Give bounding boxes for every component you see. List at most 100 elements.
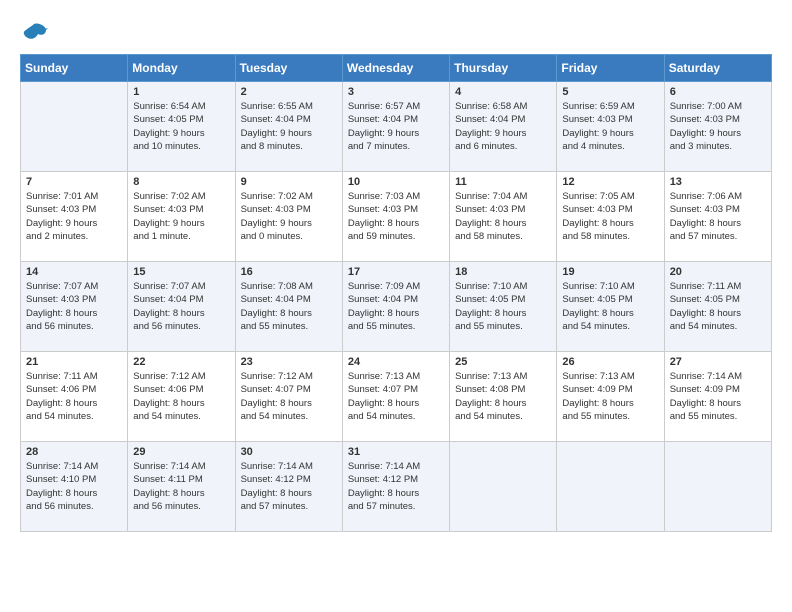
calendar-cell: 3 Sunrise: 6:57 AM Sunset: 4:04 PM Daylig… [342,82,449,172]
day-info: Sunrise: 7:02 AM Sunset: 4:03 PM Dayligh… [241,190,337,243]
day-info: Sunrise: 7:11 AM Sunset: 4:06 PM Dayligh… [26,370,122,423]
logo [20,20,52,44]
calendar-cell: 7 Sunrise: 7:01 AM Sunset: 4:03 PM Daylig… [21,172,128,262]
calendar-cell: 31Sunrise: 7:14 AM Sunset: 4:12 PM Dayli… [342,442,449,532]
day-number: 30 [241,446,337,458]
calendar-cell [21,82,128,172]
calendar-cell: 19Sunrise: 7:10 AM Sunset: 4:05 PM Dayli… [557,262,664,352]
day-info: Sunrise: 7:08 AM Sunset: 4:04 PM Dayligh… [241,280,337,333]
calendar-cell: 17 Sunrise: 7:09 AM Sunset: 4:04 PM Dayli… [342,262,449,352]
day-number: 25 [455,356,551,368]
day-info: Sunrise: 7:11 AM Sunset: 4:05 PM Dayligh… [670,280,766,333]
day-info: Sunrise: 6:57 AM Sunset: 4:04 PM Dayligh… [348,100,444,153]
day-info: Sunrise: 7:14 AM Sunset: 4:12 PM Dayligh… [241,460,337,513]
day-number: 27 [670,356,766,368]
calendar-cell: 23 Sunrise: 7:12 AM Sunset: 4:07 PM Dayli… [235,352,342,442]
day-info: Sunrise: 7:04 AM Sunset: 4:03 PM Dayligh… [455,190,551,243]
calendar-body: 1 Sunrise: 6:54 AM Sunset: 4:05 PM Daylig… [21,82,772,532]
page-header [20,20,772,44]
header-day-monday: Monday [128,55,235,82]
day-number: 20 [670,266,766,278]
day-info: Sunrise: 7:07 AM Sunset: 4:03 PM Dayligh… [26,280,122,333]
day-number: 31 [348,446,444,458]
day-number: 19 [562,266,658,278]
header-day-thursday: Thursday [450,55,557,82]
calendar-cell: 13 Sunrise: 7:06 AM Sunset: 4:03 PM Dayli… [664,172,771,262]
day-number: 23 [241,356,337,368]
day-number: 26 [562,356,658,368]
day-number: 6 [670,86,766,98]
day-number: 16 [241,266,337,278]
day-info: Sunrise: 7:07 AM Sunset: 4:04 PM Dayligh… [133,280,229,333]
calendar-cell: 16 Sunrise: 7:08 AM Sunset: 4:04 PM Dayli… [235,262,342,352]
day-number: 24 [348,356,444,368]
calendar-cell [557,442,664,532]
day-number: 10 [348,176,444,188]
day-number: 9 [241,176,337,188]
calendar-cell: 24Sunrise: 7:13 AM Sunset: 4:07 PM Dayli… [342,352,449,442]
day-info: Sunrise: 6:59 AM Sunset: 4:03 PM Dayligh… [562,100,658,153]
calendar-cell: 21 Sunrise: 7:11 AM Sunset: 4:06 PM Dayli… [21,352,128,442]
day-info: Sunrise: 7:14 AM Sunset: 4:09 PM Dayligh… [670,370,766,423]
calendar-cell: 14 Sunrise: 7:07 AM Sunset: 4:03 PM Dayli… [21,262,128,352]
calendar-cell: 5 Sunrise: 6:59 AM Sunset: 4:03 PM Daylig… [557,82,664,172]
calendar-week-2: 7 Sunrise: 7:01 AM Sunset: 4:03 PM Daylig… [21,172,772,262]
day-number: 5 [562,86,658,98]
day-number: 1 [133,86,229,98]
calendar-cell: 27 Sunrise: 7:14 AM Sunset: 4:09 PM Dayli… [664,352,771,442]
calendar-cell: 2Sunrise: 6:55 AM Sunset: 4:04 PM Daylig… [235,82,342,172]
calendar-cell [664,442,771,532]
day-info: Sunrise: 6:58 AM Sunset: 4:04 PM Dayligh… [455,100,551,153]
calendar-cell: 29 Sunrise: 7:14 AM Sunset: 4:11 PM Dayli… [128,442,235,532]
day-number: 3 [348,86,444,98]
header-day-saturday: Saturday [664,55,771,82]
calendar-table: SundayMondayTuesdayWednesdayThursdayFrid… [20,54,772,532]
day-number: 14 [26,266,122,278]
day-number: 28 [26,446,122,458]
day-info: Sunrise: 7:00 AM Sunset: 4:03 PM Dayligh… [670,100,766,153]
header-day-wednesday: Wednesday [342,55,449,82]
day-info: Sunrise: 6:54 AM Sunset: 4:05 PM Dayligh… [133,100,229,153]
calendar-cell: 12Sunrise: 7:05 AM Sunset: 4:03 PM Dayli… [557,172,664,262]
calendar-cell: 30 Sunrise: 7:14 AM Sunset: 4:12 PM Dayli… [235,442,342,532]
calendar-cell: 1 Sunrise: 6:54 AM Sunset: 4:05 PM Daylig… [128,82,235,172]
calendar-cell [450,442,557,532]
day-number: 29 [133,446,229,458]
day-info: Sunrise: 7:06 AM Sunset: 4:03 PM Dayligh… [670,190,766,243]
day-info: Sunrise: 7:01 AM Sunset: 4:03 PM Dayligh… [26,190,122,243]
day-number: 2 [241,86,337,98]
calendar-cell: 6 Sunrise: 7:00 AM Sunset: 4:03 PM Daylig… [664,82,771,172]
day-info: Sunrise: 7:13 AM Sunset: 4:08 PM Dayligh… [455,370,551,423]
header-day-friday: Friday [557,55,664,82]
day-number: 17 [348,266,444,278]
calendar-cell: 20 Sunrise: 7:11 AM Sunset: 4:05 PM Dayli… [664,262,771,352]
day-number: 4 [455,86,551,98]
calendar-header: SundayMondayTuesdayWednesdayThursdayFrid… [21,55,772,82]
calendar-week-3: 14 Sunrise: 7:07 AM Sunset: 4:03 PM Dayli… [21,262,772,352]
day-info: Sunrise: 7:14 AM Sunset: 4:10 PM Dayligh… [26,460,122,513]
calendar-cell: 11 Sunrise: 7:04 AM Sunset: 4:03 PM Dayli… [450,172,557,262]
calendar-cell: 25 Sunrise: 7:13 AM Sunset: 4:08 PM Dayli… [450,352,557,442]
calendar-week-4: 21 Sunrise: 7:11 AM Sunset: 4:06 PM Dayli… [21,352,772,442]
calendar-cell: 9 Sunrise: 7:02 AM Sunset: 4:03 PM Daylig… [235,172,342,262]
calendar-week-1: 1 Sunrise: 6:54 AM Sunset: 4:05 PM Daylig… [21,82,772,172]
calendar-week-5: 28 Sunrise: 7:14 AM Sunset: 4:10 PM Dayli… [21,442,772,532]
header-day-tuesday: Tuesday [235,55,342,82]
calendar-cell: 10 Sunrise: 7:03 AM Sunset: 4:03 PM Dayli… [342,172,449,262]
day-number: 18 [455,266,551,278]
day-number: 22 [133,356,229,368]
day-number: 8 [133,176,229,188]
day-info: Sunrise: 7:14 AM Sunset: 4:11 PM Dayligh… [133,460,229,513]
logo-bird-icon [20,20,48,44]
day-info: Sunrise: 7:03 AM Sunset: 4:03 PM Dayligh… [348,190,444,243]
day-info: Sunrise: 7:02 AM Sunset: 4:03 PM Dayligh… [133,190,229,243]
calendar-cell: 8 Sunrise: 7:02 AM Sunset: 4:03 PM Daylig… [128,172,235,262]
day-info: Sunrise: 7:12 AM Sunset: 4:07 PM Dayligh… [241,370,337,423]
calendar-cell: 18Sunrise: 7:10 AM Sunset: 4:05 PM Dayli… [450,262,557,352]
day-number: 7 [26,176,122,188]
day-number: 21 [26,356,122,368]
day-number: 13 [670,176,766,188]
day-info: Sunrise: 7:09 AM Sunset: 4:04 PM Dayligh… [348,280,444,333]
day-number: 11 [455,176,551,188]
day-info: Sunrise: 7:12 AM Sunset: 4:06 PM Dayligh… [133,370,229,423]
